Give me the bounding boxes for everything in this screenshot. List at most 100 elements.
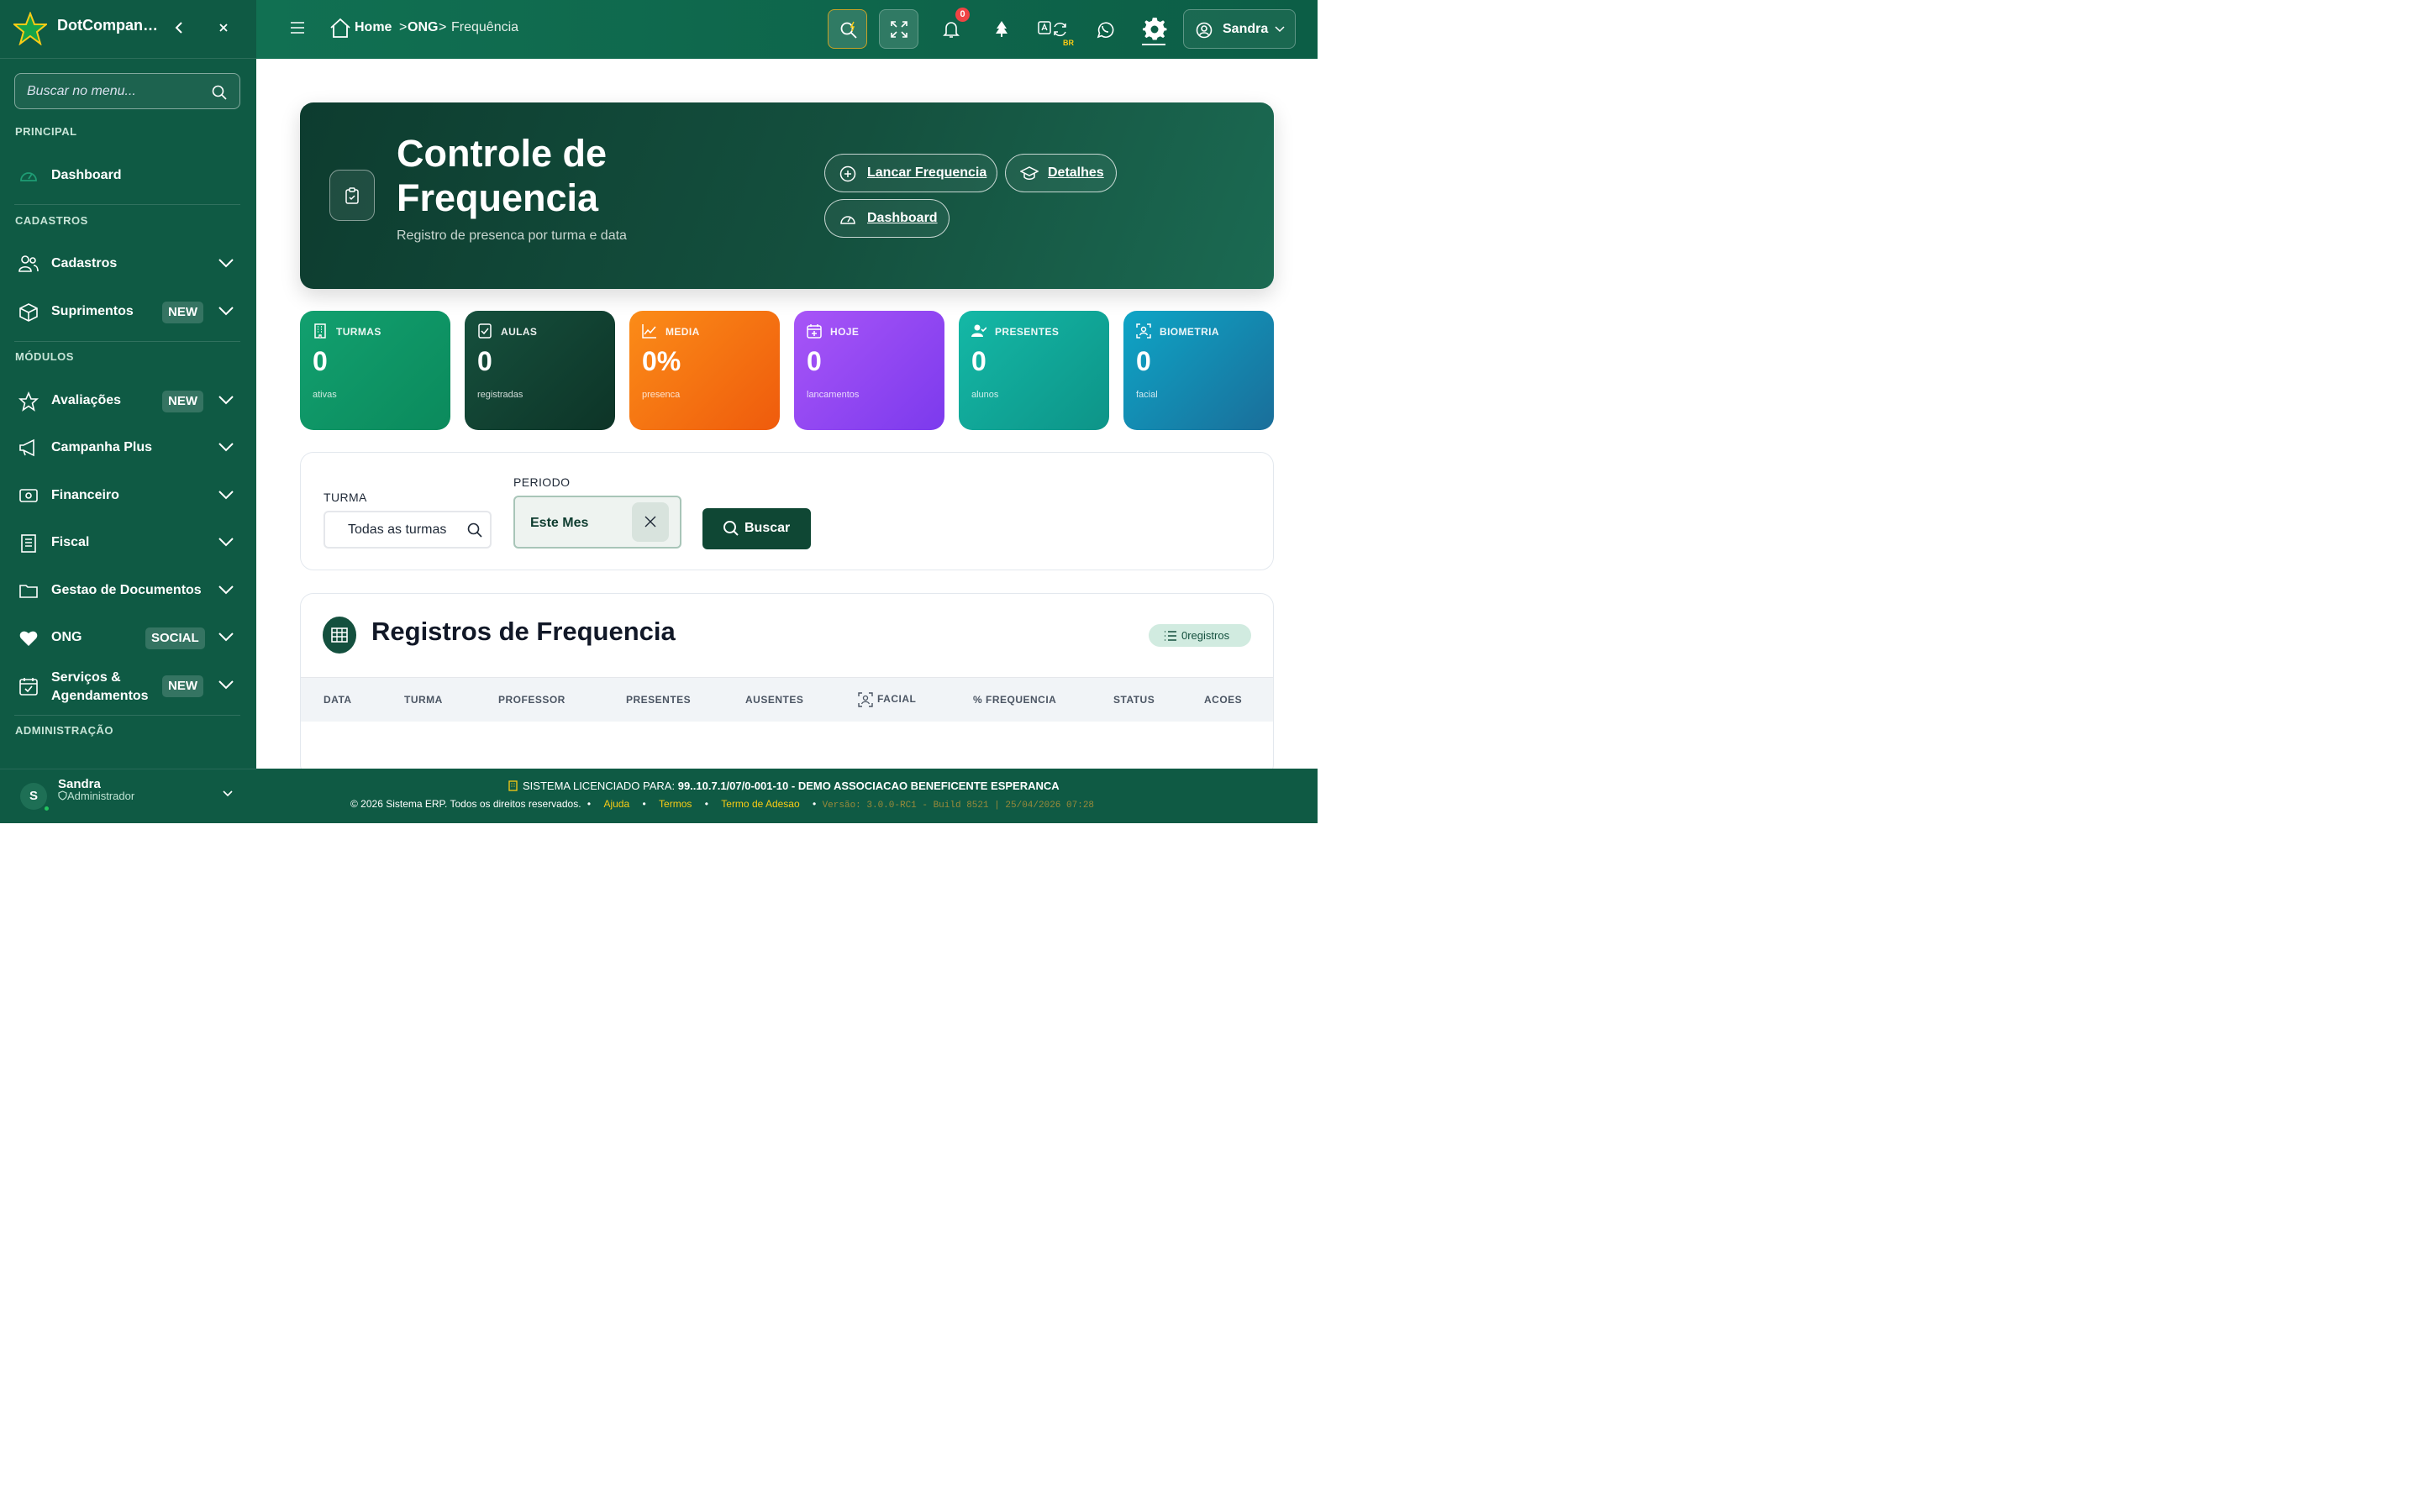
breadcrumb-ong[interactable]: ONG (408, 20, 438, 35)
graduation-cap-icon (1020, 166, 1039, 180)
menu-search-input[interactable] (27, 84, 208, 99)
column-header[interactable]: DATA (324, 694, 352, 706)
gear-icon[interactable] (1142, 17, 1167, 42)
table-header: DATA TURMA PROFESSOR PRESENTES AUSENTES … (301, 677, 1273, 722)
column-header[interactable]: STATUS (1113, 694, 1155, 706)
translate-icon[interactable] (1038, 20, 1068, 39)
stat-label: PRESENTES (995, 326, 1060, 338)
stat-card-presentes: PRESENTES 0 alunos (959, 311, 1109, 430)
stat-value: 0 (807, 346, 822, 376)
column-header[interactable]: AUSENTES (745, 694, 803, 706)
table-icon (331, 627, 348, 643)
sidebar-item-suprimentos[interactable]: Suprimentos NEW (0, 292, 256, 331)
termos-link[interactable]: Termos (659, 798, 692, 810)
user-role: Administrador (58, 790, 134, 802)
periodo-select[interactable]: Este Mes (513, 496, 681, 549)
sidebar-item-label: Dashboard (51, 168, 122, 182)
tree-icon[interactable] (994, 20, 1009, 39)
building-icon (314, 323, 326, 339)
divider (0, 58, 256, 59)
fullscreen-button[interactable] (879, 9, 918, 49)
sidebar-item-cadastros[interactable]: Cadastros (0, 244, 256, 283)
clear-periodo-button[interactable] (632, 502, 669, 542)
stat-value: 0 (1136, 346, 1151, 376)
social-badge: SOCIAL (145, 627, 205, 649)
stat-card-turmas: TURMAS 0 ativas (300, 311, 450, 430)
turma-select[interactable]: Todas as turmas (324, 511, 492, 549)
chevron-down-icon (218, 259, 234, 268)
lancar-frequencia-button[interactable]: Lancar Frequencia (824, 154, 997, 192)
folder-icon (19, 585, 38, 598)
hamburger-menu-icon[interactable] (290, 21, 305, 34)
records-count-badge: 0registros (1149, 624, 1251, 647)
sidebar-item-label: Campanha Plus (51, 440, 153, 454)
sidebar-item-fiscal[interactable]: Fiscal (0, 523, 256, 562)
version-info: Versão: 3.0.0-RC1 - Build 8521 | 25/04/2… (822, 801, 1095, 811)
gauge-icon (20, 172, 37, 181)
chevron-down-icon (218, 538, 234, 547)
column-header[interactable]: ACOES (1204, 694, 1242, 706)
stat-card-aulas: AULAS 0 registradas (465, 311, 615, 430)
column-header[interactable]: PRESENTES (626, 694, 691, 706)
dashboard-button[interactable]: Dashboard (824, 199, 950, 238)
sidebar-item-servicos[interactable]: Serviços & Agendamentos NEW (0, 666, 256, 705)
stat-value: 0 (971, 346, 986, 376)
global-search-button[interactable] (828, 9, 867, 49)
search-icon[interactable] (211, 84, 228, 101)
stat-subtitle: presenca (642, 390, 681, 400)
sidebar-item-financeiro[interactable]: Financeiro (0, 476, 256, 515)
money-icon (19, 489, 38, 502)
sidebar-item-avaliacoes[interactable]: Avaliações NEW (0, 381, 256, 420)
column-header[interactable]: FACIAL (877, 693, 916, 705)
menu-search[interactable] (14, 73, 240, 109)
clipboard-icon-box (329, 170, 375, 221)
turma-label: TURMA (324, 491, 367, 504)
section-administracao: ADMINISTRAÇÃO (15, 724, 113, 737)
clipboard-icon (345, 187, 359, 204)
shield-icon (58, 790, 67, 801)
app-name: DotCompanion ERP (57, 17, 160, 34)
license-info: SISTEMA LICENCIADO PARA: 99..10.7.1/07/0… (508, 780, 1060, 792)
bell-icon[interactable] (943, 20, 960, 39)
page-title: Controle de Frequencia (397, 132, 608, 219)
calendar-check-icon (19, 678, 38, 696)
stat-card-biometria: BIOMETRIA 0 facial (1123, 311, 1274, 430)
column-header[interactable]: PROFESSOR (498, 694, 566, 706)
periodo-label: PERIODO (513, 475, 571, 489)
buscar-button[interactable]: Buscar (702, 508, 811, 549)
column-header[interactable]: TURMA (404, 694, 443, 706)
expand-icon (891, 21, 908, 38)
close-icon[interactable] (218, 20, 229, 35)
column-header[interactable]: % FREQUENCIA (973, 694, 1056, 706)
filters-panel: TURMA Todas as turmas PERIODO Este Mes B… (300, 452, 1274, 570)
new-badge: NEW (162, 391, 203, 412)
home-icon[interactable] (329, 17, 351, 39)
sidebar-item-campanha[interactable]: Campanha Plus (0, 428, 256, 467)
sidebar-item-label: ONG (51, 630, 82, 644)
breadcrumb-home[interactable]: Home (355, 20, 392, 35)
sidebar-item-label: Serviços & Agendamentos (51, 670, 149, 703)
detalhes-button[interactable]: Detalhes (1005, 154, 1117, 192)
sidebar-item-label: Cadastros (51, 256, 118, 270)
face-scan-icon (1136, 323, 1151, 339)
star-logo-icon (13, 12, 47, 45)
new-badge: NEW (162, 302, 203, 323)
sidebar-item-ong[interactable]: ONG SOCIAL (0, 618, 256, 657)
chevron-down-icon (218, 680, 234, 690)
ajuda-link[interactable]: Ajuda (603, 798, 629, 810)
stat-label: BIOMETRIA (1160, 326, 1219, 338)
search-icon (467, 522, 482, 538)
sidebar-item-dashboard[interactable]: Dashboard (0, 156, 256, 195)
chevron-left-icon[interactable] (173, 20, 185, 35)
notification-count-badge: 0 (955, 8, 970, 22)
user-profile-menu[interactable]: S Sandra Administrador (0, 769, 256, 823)
termo-adesao-link[interactable]: Termo de Adesao (721, 798, 799, 810)
online-status-dot (43, 805, 50, 812)
chevron-down-icon (223, 790, 233, 797)
stat-value: 0% (642, 346, 681, 376)
sidebar-item-documentos[interactable]: Gestao de Documentos (0, 571, 256, 610)
whatsapp-icon[interactable] (1096, 20, 1114, 39)
trend-icon (642, 324, 656, 339)
user-menu-button[interactable]: Sandra (1183, 9, 1296, 49)
stat-value: 0 (313, 346, 328, 376)
